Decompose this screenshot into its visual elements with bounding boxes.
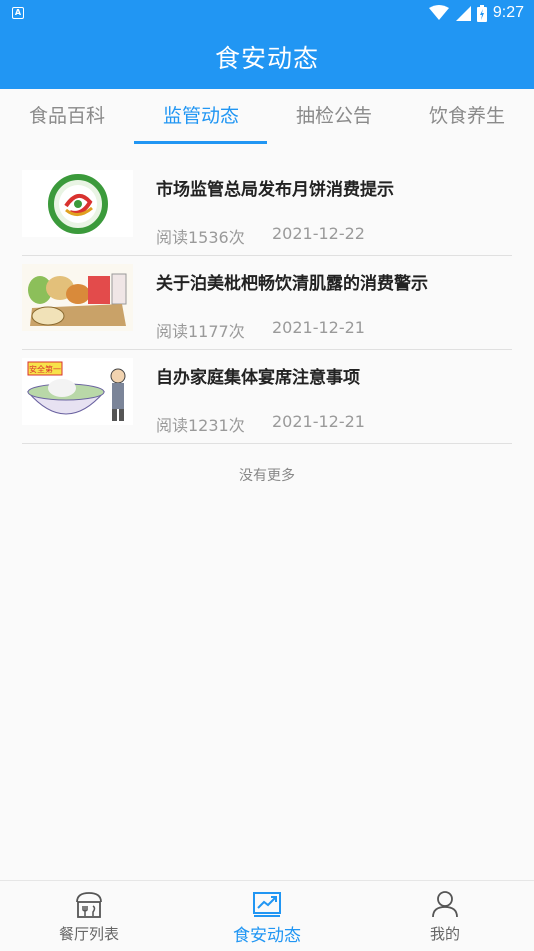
tab-food-encyclopedia[interactable]: 食品百科 xyxy=(0,89,134,146)
tab-diet-health[interactable]: 饮食养生 xyxy=(400,89,534,146)
user-icon xyxy=(432,891,458,918)
food-safety-cartoon-icon xyxy=(22,264,133,331)
chart-trend-icon xyxy=(253,892,281,917)
food-safety-logo-icon xyxy=(22,170,133,237)
news-item[interactable]: 关于泊美枇杷畅饮清肌露的消费警示 阅读1177次 2021-12-21 xyxy=(22,256,512,350)
app-notification-icon: A xyxy=(12,7,24,19)
tab-regulatory-news[interactable]: 监管动态 xyxy=(134,89,268,146)
news-date: 2021-12-21 xyxy=(272,412,365,431)
page-title: 食安动态 xyxy=(214,44,319,73)
nav-restaurant-list[interactable]: 餐厅列表 xyxy=(0,881,178,951)
news-item[interactable]: 安全第一 自办家庭集体宴席注意事项 阅读1231次 2021-12-21 xyxy=(22,350,512,444)
news-thumbnail: 安全第一 xyxy=(22,358,133,425)
app-bar: 食安动态 xyxy=(0,28,534,89)
tab-bar: 食品百科 监管动态 抽检公告 饮食养生 xyxy=(0,89,534,146)
nav-label: 食安动态 xyxy=(233,926,301,946)
news-title: 关于泊美枇杷畅饮清肌露的消费警示 xyxy=(156,274,428,294)
battery-icon xyxy=(476,4,487,22)
news-list: 市场监管总局发布月饼消费提示 阅读1536次 2021-12-22 关于泊美枇杷… xyxy=(22,162,512,444)
news-read-count: 阅读1177次 xyxy=(156,322,245,341)
status-time: 9:27 xyxy=(492,4,524,21)
nav-label: 我的 xyxy=(429,925,460,943)
bottom-nav: 餐厅列表 食安动态 我的 xyxy=(0,880,534,951)
news-read-count: 阅读1536次 xyxy=(156,228,245,247)
news-title: 市场监管总局发布月饼消费提示 xyxy=(156,180,394,200)
news-read-count: 阅读1231次 xyxy=(156,416,245,435)
nav-label: 餐厅列表 xyxy=(58,925,119,943)
nav-profile[interactable]: 我的 xyxy=(356,881,534,951)
news-thumbnail xyxy=(22,264,133,331)
nav-food-safety-news[interactable]: 食安动态 xyxy=(178,881,356,951)
news-date: 2021-12-21 xyxy=(272,318,365,337)
news-item[interactable]: 市场监管总局发布月饼消费提示 阅读1536次 2021-12-22 xyxy=(22,162,512,256)
news-title: 自办家庭集体宴席注意事项 xyxy=(156,368,360,388)
tab-indicator xyxy=(134,141,267,144)
news-thumbnail xyxy=(22,170,133,237)
news-date: 2021-12-22 xyxy=(272,224,365,243)
restaurant-icon xyxy=(76,892,102,918)
status-bar: A 9:27 xyxy=(0,0,534,28)
safety-first-bowl-cartoon-icon: 安全第一 xyxy=(22,358,133,425)
signal-icon xyxy=(455,6,471,21)
safety-first-badge-text: 安全第一 xyxy=(29,364,61,374)
no-more-text: 没有更多 xyxy=(239,468,295,484)
wifi-icon xyxy=(428,5,449,20)
status-indicators: 9:27 xyxy=(428,4,524,22)
tab-inspection-notices[interactable]: 抽检公告 xyxy=(267,89,401,146)
